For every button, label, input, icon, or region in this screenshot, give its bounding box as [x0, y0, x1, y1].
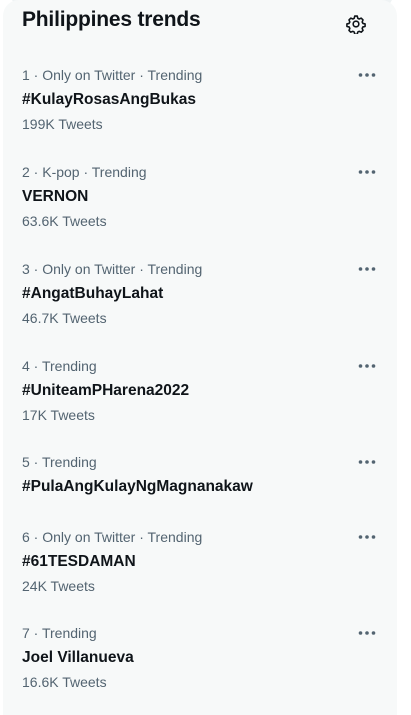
ellipsis-icon [358, 170, 376, 174]
trend-item[interactable]: 5 · Trending #PulaAngKulayNgMagnanakaw [3, 453, 397, 501]
trend-tweet-count: 24K Tweets [22, 578, 95, 594]
ellipsis-icon [358, 364, 376, 368]
trend-item[interactable]: 2 · K-pop · Trending VERNON 63.6K Tweets [3, 163, 397, 235]
more-options-button[interactable] [355, 67, 379, 83]
trend-meta: 3 · Only on Twitter · Trending [22, 261, 203, 277]
ellipsis-icon [358, 73, 376, 77]
trend-item[interactable]: 4 · Trending #UniteamPHarena2022 17K Twe… [3, 357, 397, 429]
trend-tweet-count: 16.6K Tweets [22, 674, 107, 690]
trend-tweet-count: 46.7K Tweets [22, 310, 107, 326]
more-options-button[interactable] [355, 164, 379, 180]
trend-meta: 1 · Only on Twitter · Trending [22, 67, 203, 83]
trend-item[interactable]: 1 · Only on Twitter · Trending #KulayRos… [3, 66, 397, 138]
trend-meta: 5 · Trending [22, 454, 97, 470]
ellipsis-icon [358, 267, 376, 271]
more-options-button[interactable] [355, 529, 379, 545]
trend-tweet-count: 199K Tweets [22, 116, 103, 132]
trend-name: #AngatBuhayLahat [22, 285, 164, 302]
ellipsis-icon [358, 535, 376, 539]
trend-name: #UniteamPHarena2022 [22, 382, 190, 399]
trends-header: Philippines trends [3, 0, 397, 55]
trend-meta: 7 · Trending [22, 625, 97, 641]
gear-icon [346, 15, 366, 34]
more-options-button[interactable] [355, 454, 379, 470]
more-options-button[interactable] [355, 625, 379, 641]
trend-name: #KulayRosasAngBukas [22, 91, 197, 108]
page-title: Philippines trends [22, 8, 201, 31]
trend-name: VERNON [22, 188, 89, 205]
trend-meta: 2 · K-pop · Trending [22, 164, 147, 180]
trend-item[interactable]: 3 · Only on Twitter · Trending #AngatBuh… [3, 260, 397, 332]
more-options-button[interactable] [355, 358, 379, 374]
ellipsis-icon [358, 460, 376, 464]
settings-button[interactable] [345, 13, 367, 35]
trend-meta: 4 · Trending [22, 358, 97, 374]
trend-name: #61TESDAMAN [22, 553, 136, 570]
trend-item[interactable]: 7 · Trending Joel Villanueva 16.6K Tweet… [3, 624, 397, 696]
trend-item[interactable]: 6 · Only on Twitter · Trending #61TESDAM… [3, 528, 397, 600]
trend-meta: 6 · Only on Twitter · Trending [22, 529, 203, 545]
trend-name: Joel Villanueva [22, 649, 134, 666]
trend-tweet-count: 17K Tweets [22, 407, 95, 423]
trends-panel: Philippines trends 1 · Only on Twitter ·… [3, 0, 397, 715]
trend-name: #PulaAngKulayNgMagnanakaw [22, 478, 253, 495]
ellipsis-icon [358, 631, 376, 635]
trend-tweet-count: 63.6K Tweets [22, 213, 107, 229]
more-options-button[interactable] [355, 261, 379, 277]
